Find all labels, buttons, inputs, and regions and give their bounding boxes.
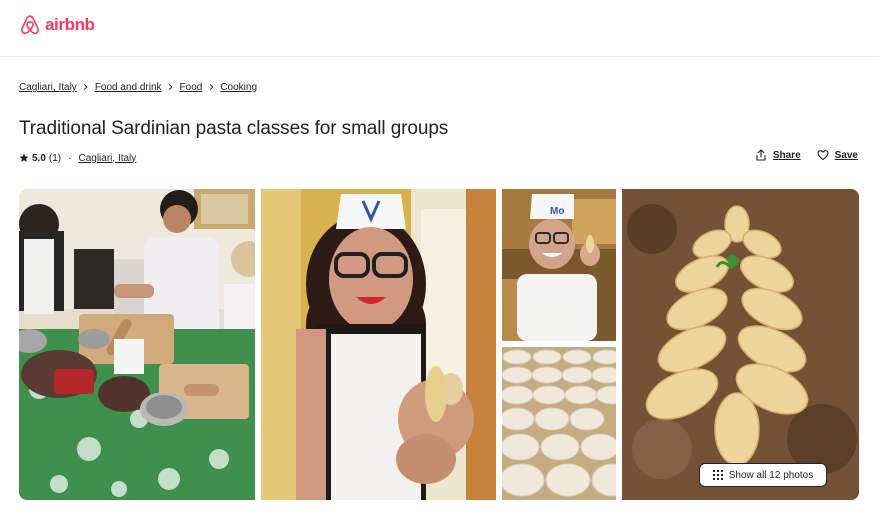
breadcrumb-link-food[interactable]: Food [180, 82, 203, 93]
breadcrumb-link-cooking[interactable]: Cooking [220, 82, 257, 93]
listing-actions: Share Save [755, 149, 858, 161]
chevron-right-icon [77, 81, 95, 94]
rating-value: 5.0 [32, 152, 46, 164]
photo-culurgiones-rows-icon [502, 347, 616, 500]
share-icon [756, 149, 766, 161]
top-header: airbnb [0, 0, 879, 57]
gallery-photo-5[interactable] [622, 189, 859, 500]
star-icon [19, 153, 29, 162]
save-label: Save [834, 149, 858, 161]
listing-title: Traditional Sardinian pasta classes for … [19, 118, 449, 139]
photo-chef-holding-pasta-icon [261, 189, 496, 500]
review-count[interactable]: (1) [49, 153, 61, 164]
breadcrumb: Cagliari, Italy Food and drink Food Cook… [19, 81, 257, 94]
photo-pasta-class-table-icon [19, 189, 255, 500]
location-link[interactable]: Cagliari, Italy [78, 153, 136, 164]
chevron-right-icon [162, 81, 180, 94]
listing-meta: 5.0 (1) · Cagliari, Italy [19, 151, 136, 165]
breadcrumb-link-cagliari[interactable]: Cagliari, Italy [19, 82, 77, 93]
airbnb-logo-text: airbnb [45, 15, 95, 34]
share-label: Share [772, 149, 801, 161]
meta-separator: · [68, 152, 72, 164]
show-all-photos-label: Show all 12 photos [728, 469, 814, 481]
gallery-photo-3[interactable]: Mo [502, 189, 616, 341]
heart-icon [817, 150, 829, 161]
chevron-right-icon [202, 81, 220, 94]
photo-chef-smiling-icon: Mo [502, 189, 616, 341]
show-all-photos-button[interactable]: Show all 12 photos [699, 463, 827, 487]
save-button[interactable]: Save [817, 149, 858, 161]
airbnb-logo[interactable]: airbnb [19, 13, 95, 37]
breadcrumb-link-food-and-drink[interactable]: Food and drink [95, 82, 162, 93]
airbnb-logo-icon [20, 15, 40, 35]
grid-icon [712, 470, 723, 480]
gallery-photo-4[interactable] [502, 347, 616, 500]
gallery-photo-1[interactable] [19, 189, 255, 500]
svg-text:Mo: Mo [550, 206, 564, 217]
share-button[interactable]: Share [755, 149, 801, 161]
photo-gallery: Mo [19, 189, 859, 500]
gallery-photo-2[interactable] [261, 189, 496, 500]
photo-culurgiones-arrangement-icon [622, 189, 859, 500]
